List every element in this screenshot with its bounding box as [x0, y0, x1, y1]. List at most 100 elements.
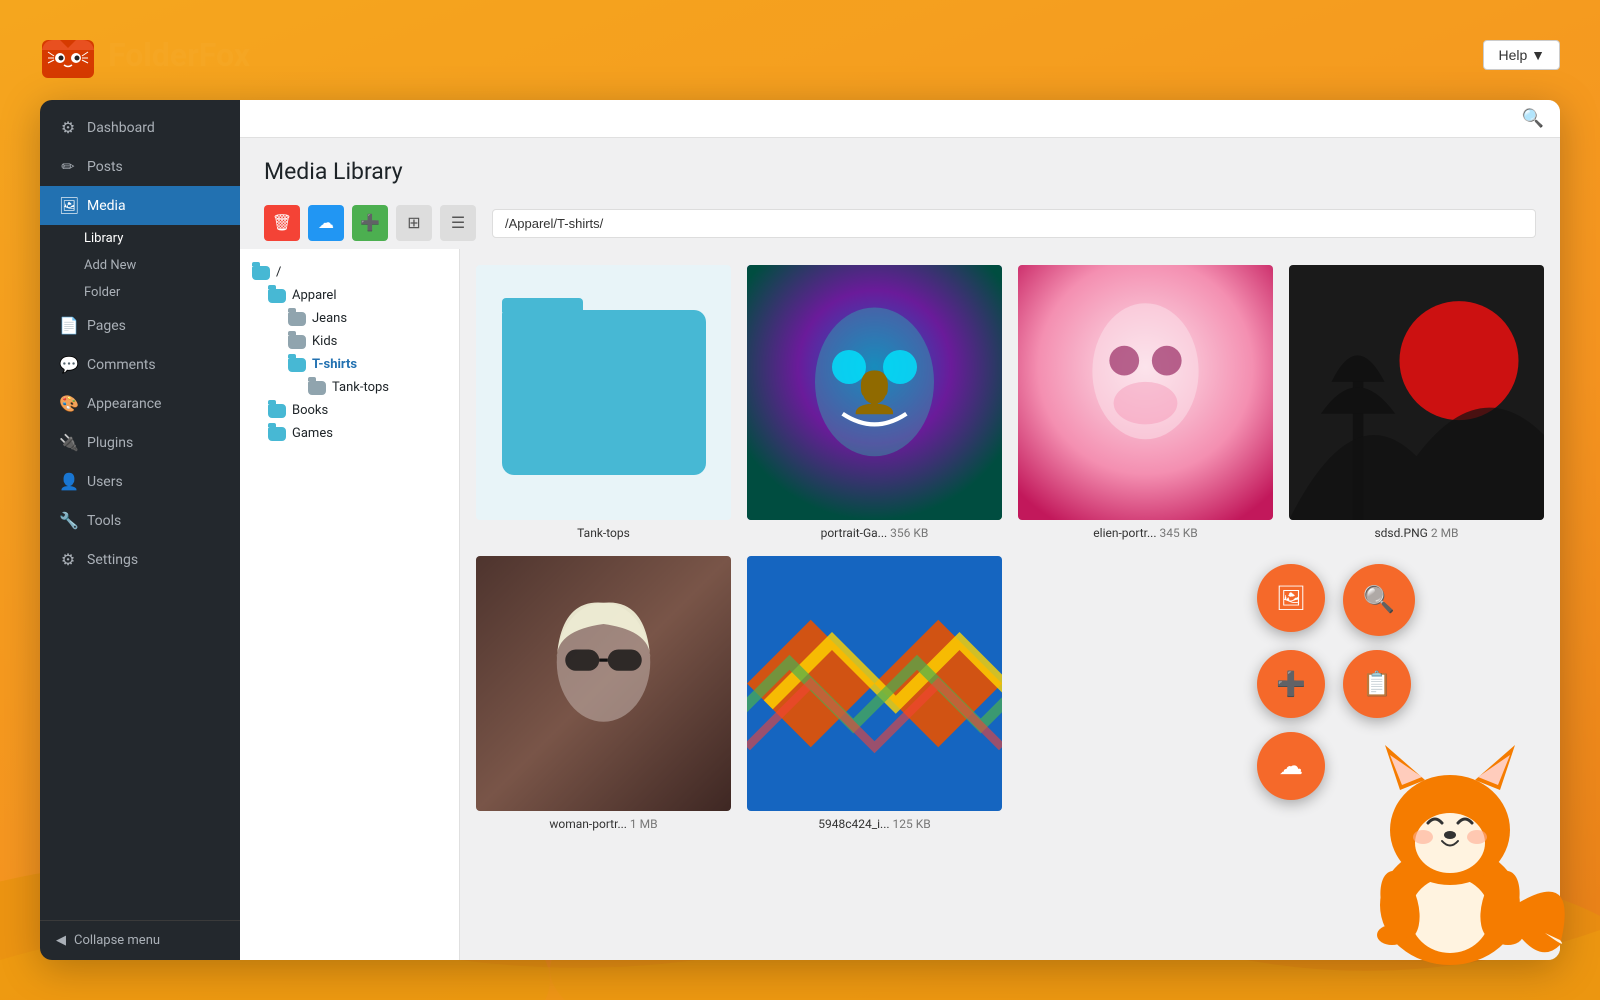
tanktops-label: Tank-tops: [332, 380, 389, 395]
library-label: Library: [84, 231, 123, 246]
sidebar-item-tools[interactable]: 🔧 Tools: [40, 501, 240, 540]
jeans-label: Jeans: [312, 311, 347, 326]
media-label-elien: elien-portr... 345 KB: [1093, 526, 1197, 540]
portrait-ga-thumb: [747, 265, 1002, 520]
sidebar-sub-library[interactable]: Library: [40, 225, 240, 252]
add-button[interactable]: ➕: [352, 205, 388, 241]
sidebar-item-pages[interactable]: 📄 Pages: [40, 306, 240, 345]
sidebar-item-comments[interactable]: 💬 Comments: [40, 345, 240, 384]
books-label: Books: [292, 403, 328, 418]
media-icon: 🖼: [59, 196, 77, 215]
header: FolderFox Help ▼: [0, 0, 1600, 110]
media-item-sdsd[interactable]: sdsd.PNG 2 MB: [1289, 265, 1544, 540]
sidebar-label-plugins: Plugins: [87, 435, 133, 451]
gallery-icon: 🖼: [1276, 584, 1306, 612]
sidebar-label-dashboard: Dashboard: [87, 120, 155, 136]
kids-label: Kids: [312, 334, 337, 349]
collapse-label: Collapse menu: [74, 933, 160, 948]
file-tree: / Apparel Jeans Kids: [240, 249, 460, 960]
toolbar: 🗑 ☁ ➕ ⊞ ☰: [240, 197, 1560, 249]
list-view-button[interactable]: ☰: [440, 205, 476, 241]
woman-thumb: [476, 556, 731, 811]
media-label-woman: woman-portr... 1 MB: [549, 817, 657, 831]
root-label: /: [276, 265, 281, 280]
media-label-sdsd: sdsd.PNG 2 MB: [1374, 526, 1458, 540]
sidebar-item-media[interactable]: 🖼 Media: [40, 186, 240, 225]
grid-view-button[interactable]: ⊞: [396, 205, 432, 241]
tree-item-jeans[interactable]: Jeans: [240, 307, 459, 330]
fab-gallery[interactable]: 🖼: [1257, 564, 1325, 632]
sidebar-label-tools: Tools: [87, 513, 121, 529]
list-icon: ☰: [451, 213, 465, 233]
tree-item-apparel[interactable]: Apparel: [240, 284, 459, 307]
collapse-menu[interactable]: ◀ Collapse menu: [40, 920, 240, 960]
dashboard-icon: ⚙: [59, 118, 77, 137]
media-label-5948: 5948c424_i... 125 KB: [818, 817, 931, 831]
grid-icon: ⊞: [407, 213, 420, 233]
add-media-icon: ➕: [1276, 670, 1306, 698]
sdsd-thumb: [1289, 265, 1544, 520]
logo-text-fox: Fox: [199, 36, 250, 74]
sidebar-label-appearance: Appearance: [87, 396, 161, 412]
logo-text-folder: Folder: [108, 36, 199, 74]
appearance-icon: 🎨: [59, 394, 77, 413]
add-new-label: Add New: [84, 258, 136, 273]
logo-text: FolderFox: [108, 36, 250, 74]
sidebar-sub-add-new[interactable]: Add New: [40, 252, 240, 279]
fab-upload[interactable]: ☁: [1257, 732, 1325, 800]
fab-search-icon: 🔍: [1363, 585, 1395, 615]
tree-item-tshirts[interactable]: T-shirts: [240, 353, 459, 376]
sidebar-label-settings: Settings: [87, 552, 138, 568]
media-label-portrait-ga: portrait-Ga... 356 KB: [821, 526, 929, 540]
tree-item-tank-tops[interactable]: Tank-tops: [240, 376, 459, 399]
collapse-icon: ◀: [56, 933, 66, 948]
search-button[interactable]: 🔍: [1522, 108, 1544, 129]
trash-icon: 🗑: [272, 213, 292, 233]
root-folder-icon: [252, 266, 270, 280]
comments-icon: 💬: [59, 355, 77, 374]
sidebar-label-users: Users: [87, 474, 123, 490]
sidebar-item-users[interactable]: 👤 Users: [40, 462, 240, 501]
sidebar-label-comments: Comments: [87, 357, 156, 373]
logo-area: FolderFox: [40, 30, 250, 80]
media-item-5948[interactable]: 5948c424_i... 125 KB: [747, 556, 1002, 831]
apparel-folder-icon: [268, 289, 286, 303]
fox-illustration: [1320, 665, 1580, 985]
help-label: Help ▼: [1498, 47, 1545, 63]
media-item-elien[interactable]: elien-portr... 345 KB: [1018, 265, 1273, 540]
sidebar-item-posts[interactable]: ✏ Posts: [40, 147, 240, 186]
games-folder-icon: [268, 427, 286, 441]
tree-item-games[interactable]: Games: [240, 422, 459, 445]
tree-item-kids[interactable]: Kids: [240, 330, 459, 353]
folder-thumb-big: [502, 310, 706, 476]
kids-folder-icon: [288, 335, 306, 349]
media-item-portrait-ga[interactable]: portrait-Ga... 356 KB: [747, 265, 1002, 540]
tshirts-label: T-shirts: [312, 357, 357, 372]
sidebar-item-appearance[interactable]: 🎨 Appearance: [40, 384, 240, 423]
tree-item-books[interactable]: Books: [240, 399, 459, 422]
tree-root[interactable]: /: [240, 261, 459, 284]
media-item-tank-tops-folder[interactable]: Tank-tops: [476, 265, 731, 540]
sidebar-item-dashboard[interactable]: ⚙ Dashboard: [40, 108, 240, 147]
upload-icon: ☁: [318, 213, 334, 233]
fab-add-media[interactable]: ➕: [1257, 650, 1325, 718]
5948-thumb: [747, 556, 1002, 811]
path-input[interactable]: [492, 209, 1536, 238]
media-item-woman[interactable]: woman-portr... 1 MB: [476, 556, 731, 831]
fab-search[interactable]: 🔍: [1343, 564, 1415, 636]
upload-button[interactable]: ☁: [308, 205, 344, 241]
page-header: Media Library: [240, 138, 1560, 197]
sidebar-label-posts: Posts: [87, 159, 123, 175]
sidebar: ⚙ Dashboard ✏ Posts 🖼 Media Library Add …: [40, 100, 240, 960]
folder-label: Folder: [84, 285, 120, 300]
apparel-label: Apparel: [292, 288, 337, 303]
users-icon: 👤: [59, 472, 77, 491]
sidebar-item-settings[interactable]: ⚙ Settings: [40, 540, 240, 579]
delete-button[interactable]: 🗑: [264, 205, 300, 241]
sidebar-item-plugins[interactable]: 🔌 Plugins: [40, 423, 240, 462]
sidebar-sub-folder[interactable]: Folder: [40, 279, 240, 306]
sidebar-label-media: Media: [87, 198, 126, 214]
tshirts-folder-icon: [288, 358, 306, 372]
help-button[interactable]: Help ▼: [1483, 40, 1560, 70]
pages-icon: 📄: [59, 316, 77, 335]
